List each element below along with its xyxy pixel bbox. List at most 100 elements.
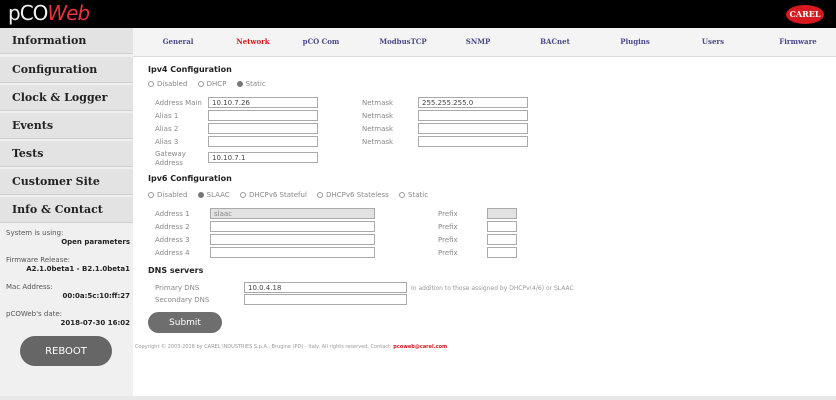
ipv4-mode-dhcp[interactable]: DHCP: [197, 80, 227, 88]
dns-note: In addition to those assigned by DHCPv(4…: [411, 285, 574, 292]
sidebar-item-info-contact[interactable]: Info & Contact: [0, 197, 133, 223]
secondary-dns-label: Secondary DNS: [155, 296, 210, 304]
ipv4-mode-disabled[interactable]: Disabled: [148, 80, 187, 88]
ipv6-address2-input[interactable]: [210, 221, 375, 232]
logo-web-text: Web: [47, 1, 90, 25]
sidebar-item-information[interactable]: Information: [0, 28, 133, 54]
netmask-alias2-input[interactable]: [418, 123, 528, 134]
sidebar-item-events[interactable]: Events: [0, 113, 133, 139]
tab-firmware[interactable]: Firmware: [773, 28, 823, 56]
ipv6-mode-disabled[interactable]: Disabled: [148, 191, 187, 199]
prefix1-input[interactable]: [487, 208, 517, 219]
alias1-input[interactable]: [208, 110, 318, 121]
ipv6-mode-dhcpv6-stateful[interactable]: DHCPv6 Stateful: [239, 191, 307, 199]
alias2-label: Alias 2: [155, 125, 179, 133]
radio-label: Static: [408, 191, 429, 199]
tab-network[interactable]: Network: [228, 28, 278, 56]
tab-pco-com[interactable]: pCO Com: [296, 28, 346, 56]
pcoweb-logo: pCOWeb: [8, 1, 90, 25]
sidebar-item-configuration[interactable]: Configuration: [0, 57, 133, 83]
radio-label: Disabled: [157, 80, 188, 88]
alias3-label: Alias 3: [155, 138, 179, 146]
ipv6-address2-label: Address 2: [155, 223, 190, 231]
secondary-dns-input[interactable]: [244, 294, 407, 305]
radio-icon: [317, 192, 324, 198]
sidebar-item-customer-site[interactable]: Customer Site: [0, 169, 133, 195]
ipv6-mode-slaac[interactable]: SLAAC: [197, 191, 230, 199]
bottom-divider: [0, 396, 836, 400]
mac-label: Mac Address:: [6, 283, 53, 291]
radio-icon: [148, 192, 154, 198]
netmask-alias2-label: Netmask: [362, 125, 394, 133]
system-label: System is using:: [6, 229, 64, 237]
ipv6-address1-input[interactable]: slaac: [210, 208, 375, 219]
radio-label: Static: [245, 80, 266, 88]
system-value: Open parameters: [61, 238, 130, 246]
alias2-input[interactable]: [208, 123, 318, 134]
gateway-label-line2: Address: [155, 159, 183, 167]
reboot-button[interactable]: REBOOT: [20, 336, 112, 366]
contact-email-link[interactable]: pcoweb@carel.com: [393, 344, 447, 350]
ipv6-address4-label: Address 4: [155, 249, 190, 257]
carel-logo: CAREL: [786, 5, 824, 24]
tab-plugins[interactable]: Plugins: [613, 28, 657, 56]
ipv6-address3-input[interactable]: [210, 234, 375, 245]
prefix2-input[interactable]: [487, 221, 517, 232]
tab-bacnet[interactable]: BACnet: [533, 28, 577, 56]
sidebar-item-clock-logger[interactable]: Clock & Logger: [0, 85, 133, 111]
prefix1-label: Prefix: [438, 210, 458, 218]
tab-users[interactable]: Users: [693, 28, 733, 56]
radio-selected-icon: [197, 192, 204, 198]
tab-modbustcp[interactable]: ModbusTCP: [373, 28, 433, 56]
date-info: pCOWeb's date: 2018-07-30 16:02: [6, 310, 130, 328]
radio-label: DHCP: [206, 80, 227, 88]
primary-dns-label: Primary DNS: [155, 284, 200, 292]
prefix4-input[interactable]: [487, 247, 517, 258]
alias1-label: Alias 1: [155, 112, 179, 120]
gateway-input[interactable]: 10.10.7.1: [208, 152, 318, 163]
netmask-alias3-input[interactable]: [418, 136, 528, 147]
ipv6-mode-group: Disabled SLAAC DHCPv6 Stateful DHCPv6 St…: [148, 191, 436, 199]
tab-general[interactable]: General: [153, 28, 203, 56]
radio-label: SLAAC: [206, 191, 230, 199]
address-main-input[interactable]: 10.10.7.26: [208, 97, 318, 108]
logo-pco-text: pCO: [8, 1, 48, 25]
tab-snmp[interactable]: SNMP: [458, 28, 498, 56]
radio-label: DHCPv6 Stateful: [248, 191, 307, 199]
ipv4-mode-static[interactable]: Static: [236, 80, 266, 88]
ipv6-mode-dhcpv6-stateless[interactable]: DHCPv6 Stateless: [317, 191, 389, 199]
gateway-label-line1: Gateway: [155, 150, 186, 158]
alias3-input[interactable]: [208, 136, 318, 147]
firmware-label: Firmware Release:: [6, 256, 71, 264]
radio-icon: [148, 81, 154, 87]
primary-dns-input[interactable]: 10.0.4.18: [244, 282, 407, 293]
ipv6-address1-label: Address 1: [155, 210, 190, 218]
prefix2-label: Prefix: [438, 223, 458, 231]
netmask-main-input[interactable]: 255.255.255.0: [418, 97, 528, 108]
ipv6-title: Ipv6 Configuration: [148, 174, 232, 183]
sidebar-item-tests[interactable]: Tests: [0, 141, 133, 167]
top-bar: pCOWeb CAREL: [0, 0, 836, 28]
ipv4-title: Ipv4 Configuration: [148, 65, 232, 74]
firmware-value: A2.1.0beta1 - B2.1.0beta1: [26, 265, 130, 273]
radio-icon: [197, 81, 204, 87]
address-main-label: Address Main: [155, 99, 202, 107]
radio-label: Disabled: [157, 191, 188, 199]
prefix3-label: Prefix: [438, 236, 458, 244]
prefix3-input[interactable]: [487, 234, 517, 245]
dns-title: DNS servers: [148, 266, 204, 275]
footer: Copyright © 2003-2018 by CAREL INDUSTRIE…: [135, 344, 447, 350]
netmask-alias1-input[interactable]: [418, 110, 528, 121]
ipv6-address4-input[interactable]: [210, 247, 375, 258]
prefix4-label: Prefix: [438, 249, 458, 257]
netmask-alias3-label: Netmask: [362, 138, 394, 146]
date-label: pCOWeb's date:: [6, 310, 63, 318]
mac-value: 00:0a:5c:10:ff:27: [62, 292, 130, 300]
mac-info: Mac Address: 00:0a:5c:10:ff:27: [6, 283, 130, 301]
date-value: 2018-07-30 16:02: [60, 319, 131, 327]
radio-selected-icon: [236, 81, 243, 87]
tab-bar: General Network pCO Com ModbusTCP SNMP B…: [133, 28, 836, 57]
system-status: System is using: Open parameters: [6, 229, 130, 247]
submit-button[interactable]: Submit: [148, 312, 222, 333]
ipv6-mode-static[interactable]: Static: [399, 191, 428, 199]
